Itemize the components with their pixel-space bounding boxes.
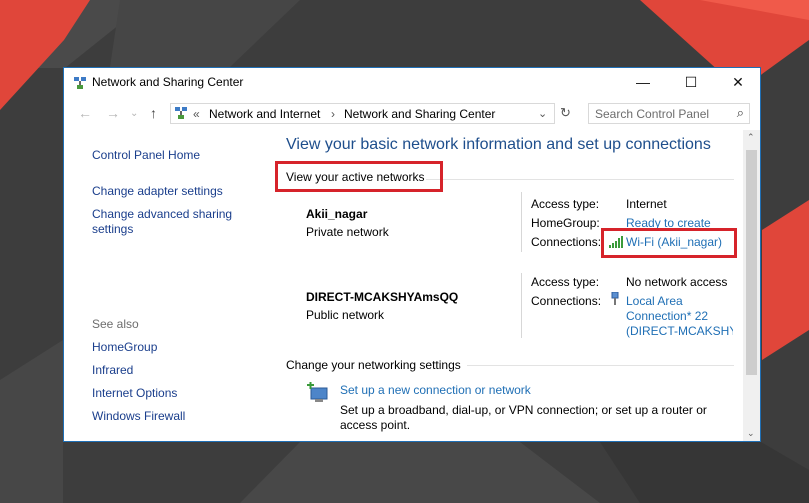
maximize-button[interactable]: ☐ [668,68,714,96]
address-dropdown-icon[interactable]: ⌄ [538,107,547,120]
active-networks-heading: View your active networks [286,170,425,184]
sidebar-control-panel-home[interactable]: Control Panel Home [92,148,200,162]
search-icon[interactable]: ⌕ [737,105,744,121]
access-type-value: Internet [626,197,667,211]
window-title: Network and Sharing Center [92,75,244,89]
scroll-up-icon[interactable]: ⌃ [747,132,755,143]
back-arrow-icon[interactable]: ← [78,105,92,121]
section-divider [467,365,734,366]
network-name: Akii_nagar [306,207,368,221]
network-sharing-center-window: Network and Sharing Center — ☐ ✕ ← → ⌄ ↑… [63,67,761,442]
section-divider [426,179,734,180]
search-input[interactable]: Search Control Panel ⌕ [588,103,750,124]
up-arrow-icon[interactable]: ↑ [150,105,157,121]
scroll-down-icon[interactable]: ⌄ [747,428,755,439]
new-connection-icon [307,382,331,409]
sidebar-windows-firewall[interactable]: Windows Firewall [92,409,185,423]
recent-dropdown-icon[interactable]: ⌄ [130,108,138,119]
setup-description-line2: access point. [340,418,411,432]
access-type-label: Access type: [531,197,600,211]
breadcrumb-network-sharing-center[interactable]: Network and Sharing Center [344,107,495,121]
sidebar-homegroup[interactable]: HomeGroup [92,340,157,354]
page-title: View your basic network information and … [286,136,711,153]
local-area-connection-link-line3[interactable]: (DIRECT-MCAKSHY/ [626,324,733,338]
network-divider [521,273,522,338]
close-button[interactable]: ✕ [715,68,760,96]
connections-label: Connections: [531,294,602,308]
connections-label: Connections: [531,235,602,249]
sidebar-infrared[interactable]: Infrared [92,363,133,377]
minimize-button[interactable]: — [620,68,666,96]
breadcrumb-separator: › [331,107,335,121]
access-type-label: Access type: [531,275,600,289]
network-name: DIRECT-MCAKSHYAmsQQ [306,290,459,304]
wifi-signal-icon [609,235,623,253]
change-settings-heading: Change your networking settings [286,358,461,372]
address-location-icon [174,106,188,123]
see-also-heading: See also [92,317,139,331]
homegroup-label: HomeGroup: [531,216,600,230]
sidebar-advanced-sharing-line1[interactable]: Change advanced sharing [92,207,232,221]
sidebar-advanced-sharing-line2[interactable]: settings [92,222,133,236]
access-type-value: No network access [626,275,728,289]
wifi-connection-link[interactable]: Wi-Fi (Akii_nagar) [626,235,722,249]
network-category: Private network [306,225,389,239]
address-bar[interactable]: « Network and Internet › Network and Sha… [170,103,555,124]
sidebar-change-adapter-settings[interactable]: Change adapter settings [92,184,223,198]
vertical-scrollbar[interactable]: ⌃ ⌄ [743,130,760,441]
setup-description-line1: Set up a broadband, dial-up, or VPN conn… [340,403,707,417]
network-center-icon [73,76,87,95]
sidebar-internet-options[interactable]: Internet Options [92,386,177,400]
network-divider [521,192,522,252]
ethernet-connector-icon [610,291,620,311]
local-area-connection-link-line1[interactable]: Local Area [626,294,683,308]
search-placeholder: Search Control Panel [595,107,710,121]
local-area-connection-link-line2[interactable]: Connection* 22 [626,309,708,323]
breadcrumb-overflow[interactable]: « [193,107,200,121]
network-category: Public network [306,308,385,322]
setup-new-connection-link[interactable]: Set up a new connection or network [340,383,531,397]
forward-arrow-icon[interactable]: → [106,105,120,121]
scrollbar-thumb[interactable] [746,150,757,375]
navigation-bar: ← → ⌄ ↑ « Network and Internet › Network… [64,100,760,126]
title-bar: Network and Sharing Center — ☐ ✕ [64,68,760,96]
breadcrumb-network-internet[interactable]: Network and Internet [209,107,320,121]
refresh-icon[interactable]: ↻ [560,105,571,121]
